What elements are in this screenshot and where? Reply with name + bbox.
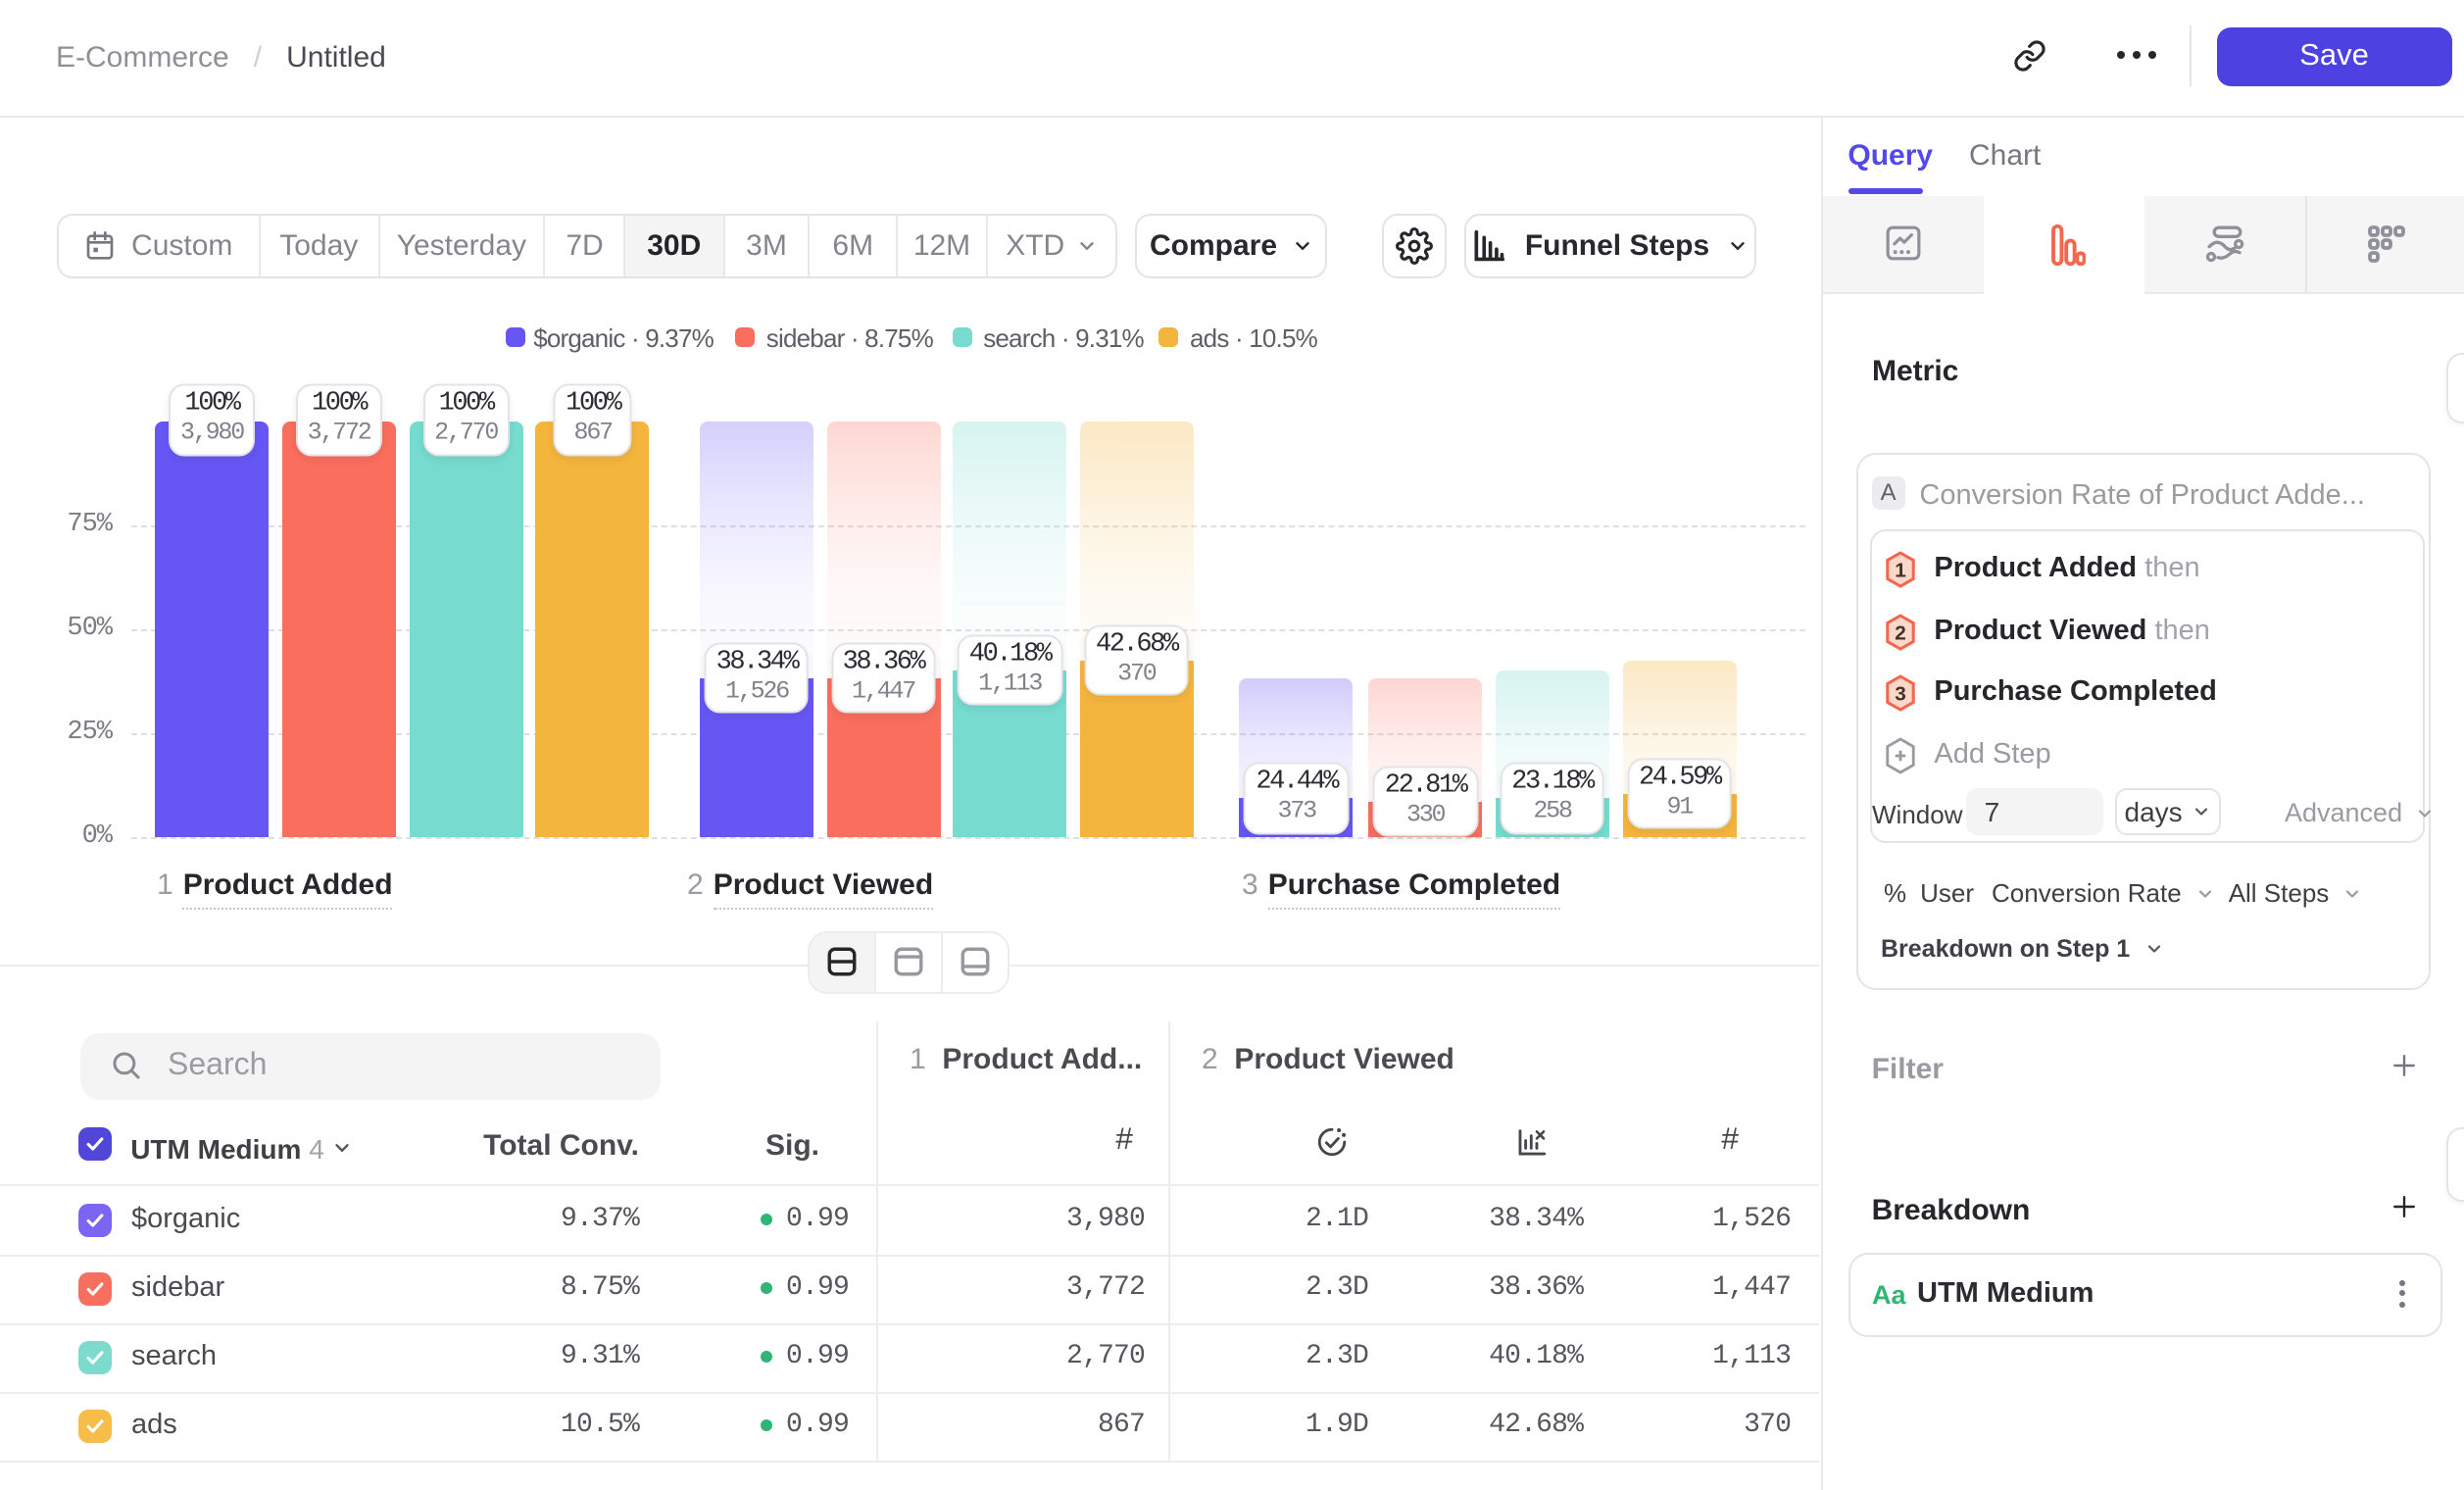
svg-text:1: 1 xyxy=(1895,560,1906,582)
svg-text:2: 2 xyxy=(1895,621,1906,644)
svg-text:3: 3 xyxy=(1895,683,1906,706)
